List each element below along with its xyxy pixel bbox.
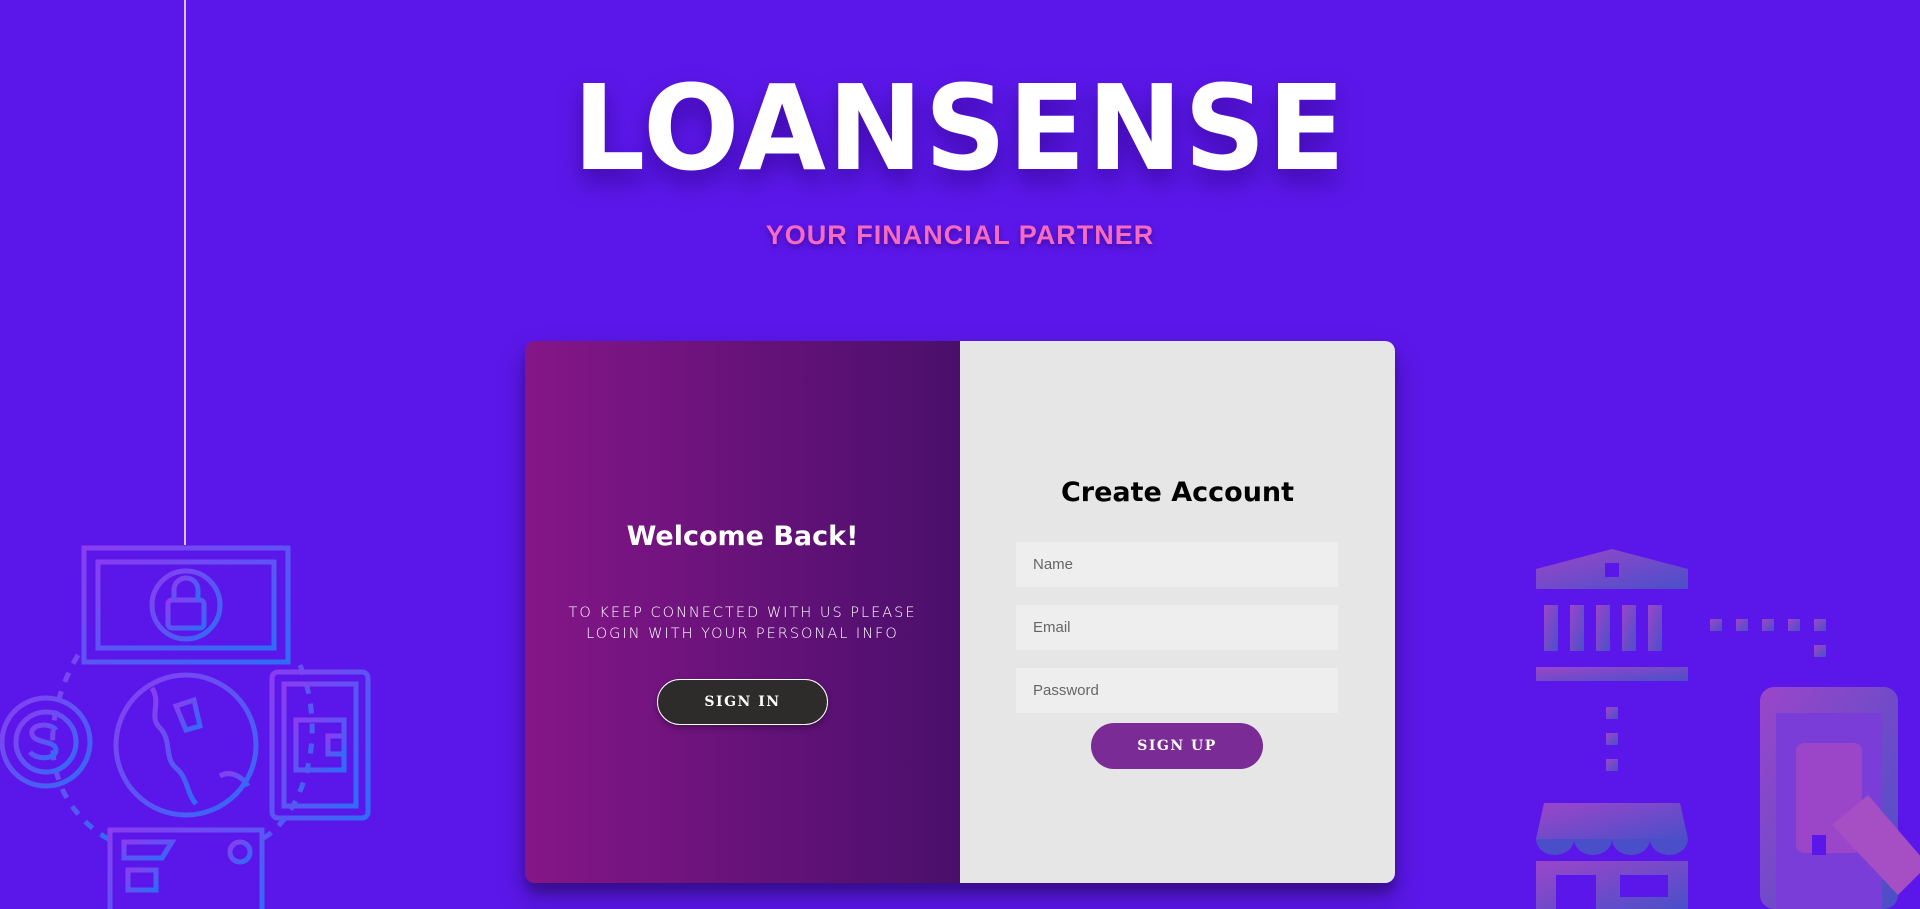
- welcome-title: Welcome Back!: [626, 521, 859, 552]
- coin-dollar-icon: [0, 695, 93, 789]
- email-input[interactable]: [1016, 605, 1338, 650]
- signin-panel: Welcome Back! TO KEEP CONNECTED WITH US …: [525, 341, 960, 883]
- page: LOANSENSE YOUR FINANCIAL PARTNER Welcome…: [0, 0, 1920, 909]
- mobile-payment-icon: [1760, 687, 1920, 909]
- password-input[interactable]: [1016, 668, 1338, 713]
- finance-illustration-right: [1536, 549, 1920, 909]
- brand-tagline: YOUR FINANCIAL PARTNER: [765, 220, 1155, 250]
- signup-panel: Create Account SIGN UP: [960, 341, 1395, 883]
- credit-card-icon: [107, 827, 265, 909]
- finance-illustration-left: [0, 545, 371, 909]
- brand-logo: LOANSENSE: [573, 59, 1347, 197]
- create-account-title: Create Account: [1060, 477, 1295, 508]
- name-input[interactable]: [1016, 542, 1338, 587]
- welcome-text: TO KEEP CONNECTED WITH US PLEASE LOGIN W…: [568, 605, 917, 642]
- globe-icon: [113, 672, 259, 818]
- wallet-icon: [269, 669, 371, 821]
- sign-in-button[interactable]: SIGN IN: [657, 679, 828, 725]
- bank-building-icon: [1536, 549, 1688, 681]
- banknote-icon: [81, 545, 291, 665]
- storefront-icon: [1536, 803, 1688, 909]
- auth-card: Welcome Back! TO KEEP CONNECTED WITH US …: [525, 341, 1395, 883]
- sign-up-button[interactable]: SIGN UP: [1091, 723, 1263, 769]
